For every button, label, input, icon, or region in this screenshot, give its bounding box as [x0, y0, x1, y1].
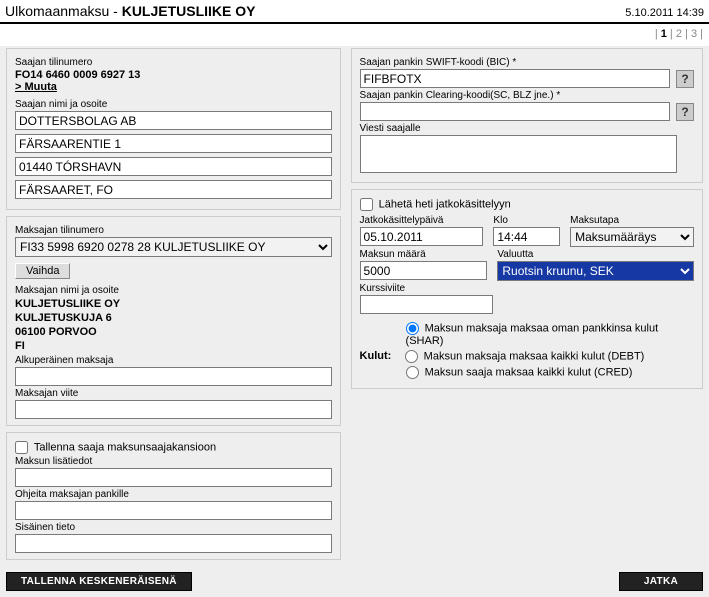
amount-input[interactable]	[360, 261, 488, 280]
charges-debt-radio[interactable]	[405, 350, 418, 363]
save-beneficiary-checkbox[interactable]	[15, 441, 28, 454]
recipient-account-label: Saajan tilinumero	[15, 57, 332, 68]
pager-page-2[interactable]: 2	[676, 28, 682, 40]
processing-date-label: Jatkokäsittelypäivä	[360, 215, 484, 226]
charges-shar-radio[interactable]	[406, 322, 419, 335]
message-textarea[interactable]	[360, 135, 678, 173]
charges-heading: Kulut:	[360, 350, 402, 362]
extras-block: Tallenna saaja maksunsaajakansioon Maksu…	[6, 432, 341, 560]
payment-method-label: Maksutapa	[570, 215, 694, 226]
clearing-label: Saajan pankin Clearing-koodi(SC, BLZ jne…	[360, 90, 694, 101]
charges-shar-label: Maksun maksaja maksaa oman pankkinsa kul…	[406, 322, 659, 347]
send-immediate-checkbox[interactable]	[360, 198, 373, 211]
original-payer-label: Alkuperäinen maksaja	[15, 355, 332, 366]
recipient-account-value: FO14 6460 0009 6927 13	[15, 69, 332, 81]
clearing-input[interactable]	[360, 102, 670, 121]
charges-cred-label: Maksun saaja maksaa kaikki kulut (CRED)	[425, 366, 633, 378]
send-immediate-label: Lähetä heti jatkokäsittelyyn	[379, 198, 511, 210]
payer-ref-input[interactable]	[15, 400, 332, 419]
payer-name-addr-label: Maksajan nimi ja osoite	[15, 285, 332, 296]
change-recipient-link[interactable]: > Muuta	[15, 81, 332, 93]
internal-note-label: Sisäinen tieto	[15, 522, 332, 533]
payer-address: KULJETUSLIIKE OY KULJETUSKUJA 6 06100 PO…	[15, 297, 332, 353]
payer-ref-label: Maksajan viite	[15, 388, 332, 399]
currency-select[interactable]: Ruotsin kruunu, SEK	[497, 261, 694, 281]
payer-account-label: Maksajan tilinumero	[15, 225, 332, 236]
rate-ref-label: Kurssiviite	[360, 283, 694, 294]
recipient-name-input[interactable]	[15, 111, 332, 130]
swift-label: Saajan pankin SWIFT-koodi (BIC)	[360, 57, 694, 68]
recipient-bank-block: Saajan pankin SWIFT-koodi (BIC) ? Saajan…	[351, 48, 703, 183]
payment-method-select[interactable]: Maksumääräys	[570, 227, 694, 247]
save-beneficiary-label: Tallenna saaja maksunsaajakansioon	[34, 441, 216, 453]
payer-account-select[interactable]: FI33 5998 6920 0278 28 KULJETUSLIIKE OY	[15, 237, 332, 257]
currency-label: Valuutta	[497, 249, 694, 260]
change-payer-account-button[interactable]: Vaihda	[15, 263, 70, 279]
extra-info-input[interactable]	[15, 468, 332, 487]
pager-page-3[interactable]: 3	[691, 28, 697, 40]
save-draft-button[interactable]: TALLENNA KESKENERÄISENÄ	[6, 572, 192, 591]
page-title-company: KULJETUSLIIKE OY	[122, 3, 256, 19]
recipient-account-block: Saajan tilinumero FO14 6460 0009 6927 13…	[6, 48, 341, 210]
page-title-prefix: Ulkomaanmaksu -	[5, 3, 122, 19]
original-payer-input[interactable]	[15, 367, 332, 386]
clearing-help-icon[interactable]: ?	[676, 103, 694, 121]
page-title: Ulkomaanmaksu - KULJETUSLIIKE OY	[5, 3, 256, 19]
recipient-name-addr-label: Saajan nimi ja osoite	[15, 99, 332, 110]
recipient-addr1-input[interactable]	[15, 134, 332, 153]
continue-button[interactable]: JATKA	[619, 572, 703, 591]
swift-input[interactable]	[360, 69, 670, 88]
payer-block: Maksajan tilinumero FI33 5998 6920 0278 …	[6, 216, 341, 426]
rate-ref-input[interactable]	[360, 295, 494, 314]
swift-help-icon[interactable]: ?	[676, 70, 694, 88]
payment-block: Lähetä heti jatkokäsittelyyn Jatkokäsitt…	[351, 189, 703, 389]
internal-note-input[interactable]	[15, 534, 332, 553]
extra-info-label: Maksun lisätiedot	[15, 456, 332, 467]
message-label: Viesti saajalle	[360, 123, 694, 134]
charges-debt-label: Maksun maksaja maksaa kaikki kulut (DEBT…	[424, 350, 645, 362]
pager-page-1[interactable]: 1	[661, 28, 667, 40]
time-input[interactable]	[493, 227, 560, 246]
bank-instr-input[interactable]	[15, 501, 332, 520]
recipient-addr2-input[interactable]	[15, 157, 332, 176]
bank-instr-label: Ohjeita maksajan pankille	[15, 489, 332, 500]
charges-cred-radio[interactable]	[406, 366, 419, 379]
page-timestamp: 5.10.2011 14:39	[625, 7, 704, 19]
processing-date-input[interactable]	[360, 227, 484, 246]
amount-label: Maksun määrä	[360, 249, 488, 260]
recipient-country-input[interactable]	[15, 180, 332, 199]
pager: | 1 | 2 | 3 |	[0, 24, 709, 46]
time-label: Klo	[493, 215, 560, 226]
